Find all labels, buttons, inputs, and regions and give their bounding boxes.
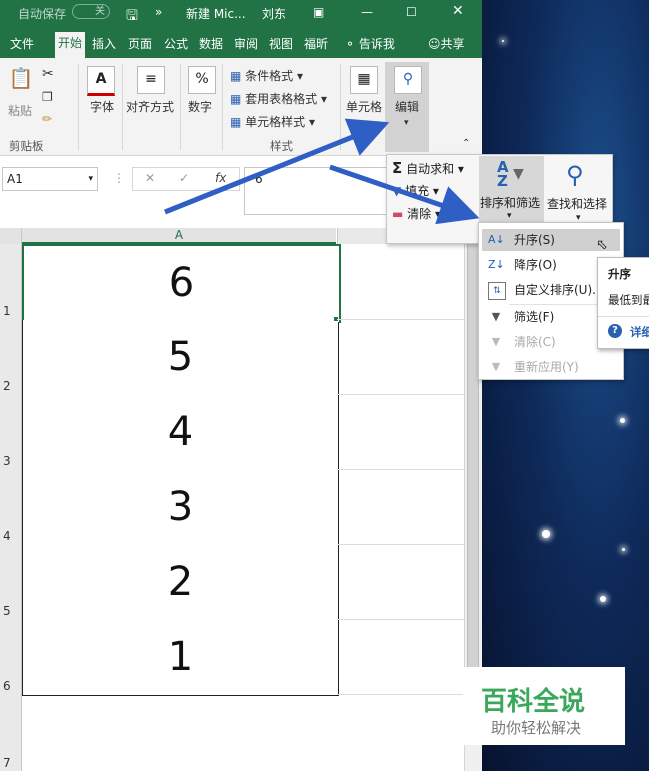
watermark-subtitle: 助你轻松解决 bbox=[491, 719, 582, 737]
arrow-to-sort bbox=[329, 164, 480, 225]
watermark-title: 百科全说 bbox=[481, 687, 586, 717]
watermark: 百科全说 助你轻松解决 bbox=[463, 667, 625, 745]
arrow-to-edit bbox=[164, 118, 390, 215]
annotation-arrows bbox=[164, 118, 480, 225]
